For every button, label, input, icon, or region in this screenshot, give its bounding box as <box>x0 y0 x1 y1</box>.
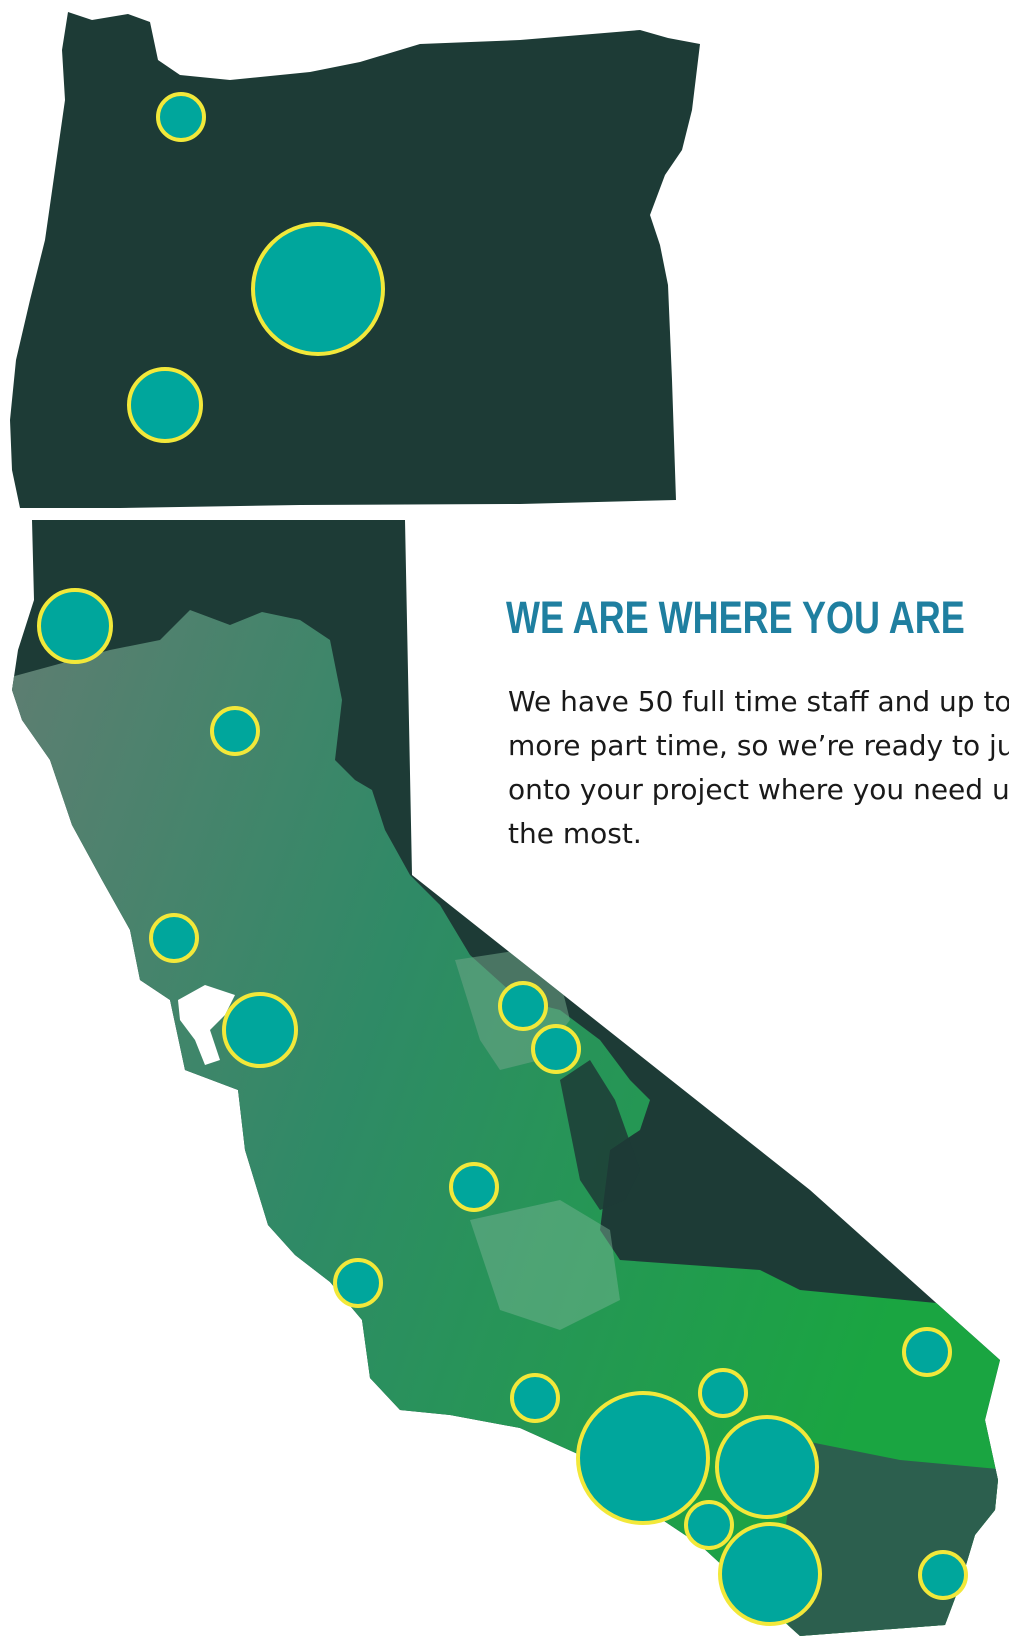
page: WE ARE WHERE YOU ARE We have 50 full tim… <box>0 0 1009 1639</box>
location-marker[interactable] <box>156 92 206 142</box>
section-heading: WE ARE WHERE YOU ARE <box>506 592 965 643</box>
location-marker[interactable] <box>718 1522 822 1626</box>
location-marker[interactable] <box>333 1258 383 1308</box>
location-marker[interactable] <box>210 706 260 756</box>
location-marker[interactable] <box>698 1368 748 1418</box>
location-marker[interactable] <box>531 1024 581 1074</box>
body-line: We have 50 full time staff and up to <box>508 685 1009 718</box>
location-marker[interactable] <box>498 981 548 1031</box>
section-body: We have 50 full time staff and up to mor… <box>508 680 1009 880</box>
location-marker[interactable] <box>510 1373 560 1423</box>
location-marker[interactable] <box>251 222 385 356</box>
location-marker[interactable] <box>127 367 203 443</box>
location-marker[interactable] <box>684 1500 734 1550</box>
location-marker[interactable] <box>715 1415 819 1519</box>
body-line: more part time, so we’re ready to jump <box>508 729 1009 762</box>
location-marker[interactable] <box>37 588 113 664</box>
location-marker[interactable] <box>918 1550 968 1600</box>
body-line: the most. <box>508 817 642 850</box>
location-marker[interactable] <box>449 1162 499 1212</box>
location-marker[interactable] <box>576 1391 710 1525</box>
location-marker[interactable] <box>222 992 298 1068</box>
body-line: onto your project where you need us <box>508 773 1009 806</box>
location-marker[interactable] <box>149 913 199 963</box>
location-marker[interactable] <box>902 1327 952 1377</box>
